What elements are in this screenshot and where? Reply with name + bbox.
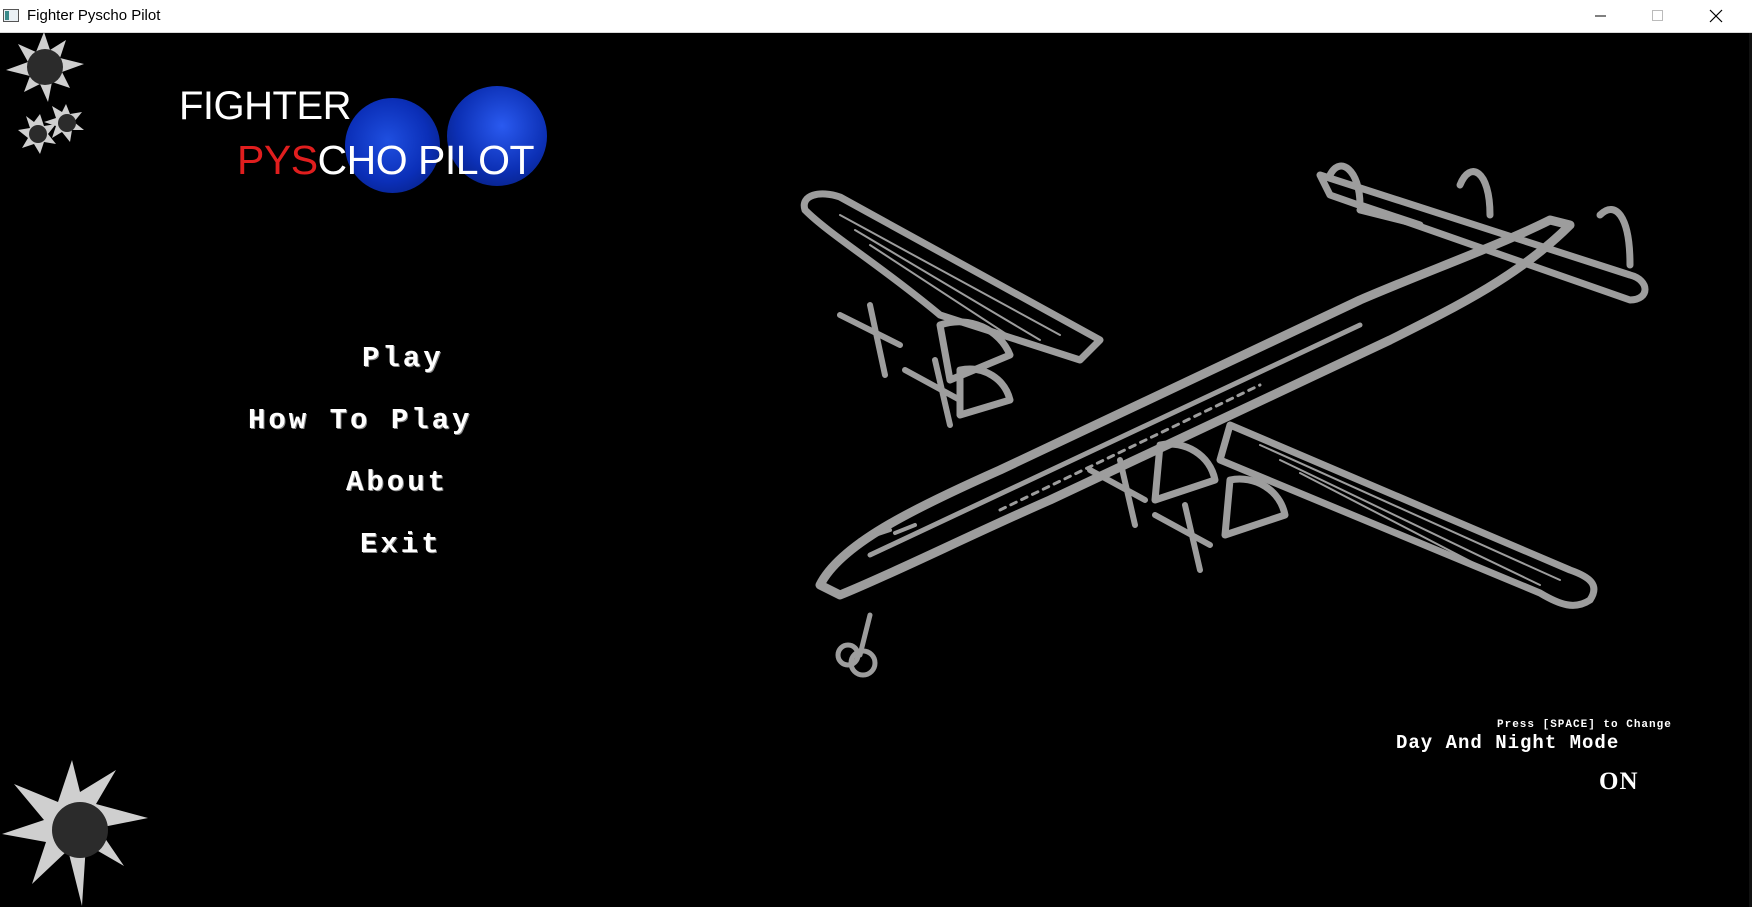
close-button[interactable] — [1688, 0, 1744, 32]
window-title: Fighter Pyscho Pilot — [27, 7, 161, 24]
logo-title-white: CHO PILOT — [317, 137, 535, 183]
game-logo: FIGHTER PYSCHO PILOT — [175, 82, 565, 212]
play-button[interactable]: Play — [362, 342, 444, 375]
logo-title-line1: FIGHTER — [179, 84, 352, 128]
maximize-icon — [1652, 10, 1663, 21]
day-night-hint: Press [SPACE] to Change — [1497, 719, 1672, 731]
how-to-play-button[interactable]: How To Play — [248, 404, 472, 437]
close-icon — [1709, 9, 1723, 23]
bullet-hole-icon — [2, 760, 148, 906]
bullet-hole-icon — [6, 32, 84, 154]
exit-button[interactable]: Exit — [360, 528, 442, 561]
airplane-illustration — [800, 162, 1649, 678]
minimize-icon — [1595, 15, 1606, 17]
minimize-button[interactable] — [1573, 0, 1629, 32]
logo-title-line2: PYSCHO PILOT — [237, 137, 535, 183]
logo-title-red: PYS — [237, 137, 318, 183]
window-titlebar: Fighter Pyscho Pilot — [0, 0, 1752, 33]
app-window-icon — [3, 9, 19, 22]
about-button[interactable]: About — [346, 466, 448, 499]
day-night-label: Day And Night Mode — [1396, 732, 1620, 754]
day-night-status[interactable]: ON — [1599, 768, 1639, 796]
maximize-button[interactable] — [1630, 0, 1686, 32]
